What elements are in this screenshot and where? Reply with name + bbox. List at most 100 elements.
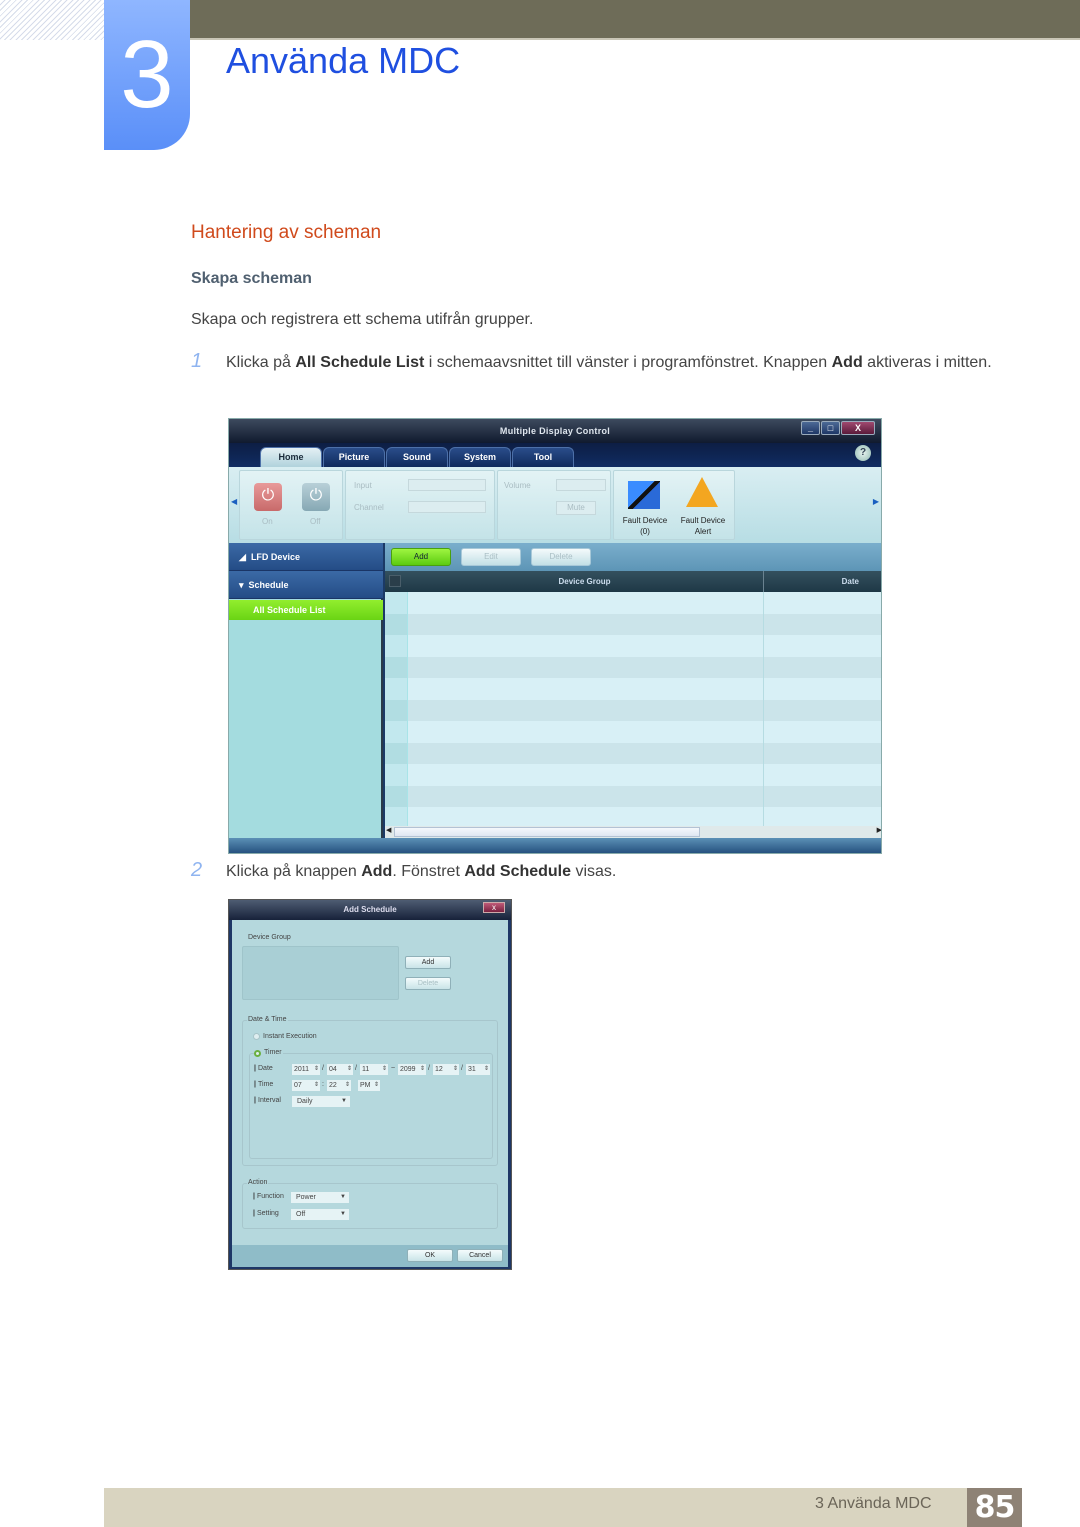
row-selector[interactable] — [385, 742, 407, 765]
start-day-stepper[interactable]: 11 ⇕ — [360, 1064, 388, 1075]
timer-radio[interactable] — [254, 1050, 261, 1057]
interval-label-marker: | — [254, 1097, 256, 1104]
spinner-icon[interactable]: ⇕ — [484, 1064, 489, 1075]
date-time-group: Date & Time Instant Execution Timer | Da… — [242, 1016, 498, 1166]
spinner-icon[interactable]: ⇕ — [453, 1064, 458, 1075]
tab-picture[interactable]: Picture — [323, 447, 385, 467]
mute-button[interactable]: Mute — [556, 501, 596, 515]
ribbon-scroll-left-icon[interactable]: ◀ — [231, 497, 237, 506]
ok-button[interactable]: OK — [407, 1249, 453, 1262]
table-row[interactable] — [385, 656, 881, 679]
fault-device-count: (0) — [640, 527, 650, 536]
select-all-checkbox[interactable] — [389, 575, 401, 587]
row-selector[interactable] — [385, 678, 407, 700]
sidebar-item-schedule[interactable]: ▾ Schedule — [229, 571, 383, 599]
minimize-button[interactable]: _ — [801, 421, 820, 435]
help-icon[interactable]: ? — [855, 445, 871, 461]
table-row[interactable] — [385, 721, 881, 743]
date-label: Date — [258, 1065, 273, 1072]
fault-alert-icon[interactable] — [686, 477, 718, 507]
row-selector[interactable] — [385, 592, 407, 614]
scrollbar-thumb[interactable] — [394, 827, 700, 837]
row-selector[interactable] — [385, 656, 407, 679]
end-year-stepper[interactable]: 2099 ⇕ — [398, 1064, 426, 1075]
spinner-icon[interactable]: ⇕ — [345, 1080, 350, 1091]
step-number: 1 — [191, 350, 203, 372]
interval-select[interactable]: Daily ▼ — [292, 1096, 350, 1107]
horizontal-scrollbar[interactable]: ◀ ▶ — [385, 826, 881, 838]
power-off-icon[interactable]: ⏻ — [302, 483, 330, 511]
chevron-down-icon[interactable]: ▼ — [340, 1209, 346, 1220]
row-selector[interactable] — [385, 699, 407, 722]
spinner-icon[interactable]: ⇕ — [382, 1064, 387, 1075]
scroll-left-icon[interactable]: ◀ — [386, 826, 391, 834]
delete-button[interactable]: Delete — [531, 548, 591, 566]
dialog-body: Device Group Add Delete Date & Time Inst… — [232, 920, 508, 1267]
ampm-stepper[interactable]: PM ⇕ — [358, 1080, 380, 1091]
scroll-right-icon[interactable]: ▶ — [877, 826, 881, 834]
table-row[interactable] — [385, 635, 881, 657]
sidebar-item-all-schedule-list[interactable]: All Schedule List — [229, 600, 383, 620]
spinner-icon[interactable]: ⇕ — [314, 1064, 319, 1075]
device-group-list[interactable] — [242, 946, 399, 1000]
table-row[interactable] — [385, 785, 881, 808]
column-divider — [763, 592, 764, 827]
row-selector[interactable] — [385, 785, 407, 808]
setting-select[interactable]: Off ▼ — [291, 1209, 349, 1220]
table-row[interactable] — [385, 742, 881, 765]
instant-execution-radio[interactable] — [253, 1033, 260, 1040]
tab-system[interactable]: System — [449, 447, 511, 467]
hour-stepper[interactable]: 07 ⇕ — [292, 1080, 320, 1091]
action-legend: Action — [247, 1179, 269, 1186]
power-on-icon[interactable]: ⏻ — [254, 483, 282, 511]
input-group: Input Channel — [345, 470, 495, 540]
ribbon-scroll-right-icon[interactable]: ▶ — [873, 497, 879, 506]
spinner-icon[interactable]: ⇕ — [314, 1080, 319, 1091]
chevron-down-icon[interactable]: ▼ — [340, 1192, 346, 1203]
tab-tool[interactable]: Tool — [512, 447, 574, 467]
table-row[interactable] — [385, 699, 881, 722]
device-group-add-button[interactable]: Add — [405, 956, 451, 969]
timer-legend: Timer — [254, 1049, 283, 1057]
device-group-delete-button[interactable]: Delete — [405, 977, 451, 990]
sidebar-item-lfd-device[interactable]: ◢ LFD Device — [229, 543, 383, 571]
step-number: 2 — [191, 859, 203, 881]
start-year-stepper[interactable]: 2011 ⇕ — [292, 1064, 320, 1075]
row-selector[interactable] — [385, 635, 407, 657]
table-row[interactable] — [385, 592, 881, 614]
start-month-stepper[interactable]: 04 ⇕ — [327, 1064, 353, 1075]
end-month-stepper[interactable]: 12 ⇕ — [433, 1064, 459, 1075]
maximize-button[interactable]: □ — [821, 421, 840, 435]
dialog-close-button[interactable]: x — [483, 902, 505, 913]
date-separator: / — [428, 1065, 430, 1072]
spinner-icon[interactable]: ⇕ — [347, 1064, 352, 1075]
table-row[interactable] — [385, 764, 881, 786]
status-bar — [229, 838, 881, 853]
spinner-icon[interactable]: ⇕ — [420, 1064, 425, 1075]
chevron-down-icon[interactable]: ▼ — [341, 1096, 347, 1107]
column-header-device-group[interactable]: Device Group — [407, 571, 762, 592]
row-selector[interactable] — [385, 613, 407, 636]
row-selector[interactable] — [385, 721, 407, 743]
end-day-stepper[interactable]: 31 ⇕ — [466, 1064, 490, 1075]
column-header-date[interactable]: Date — [764, 571, 881, 592]
step-text-part: i schemaavsnittet till vänster i program… — [424, 354, 832, 371]
volume-slider[interactable] — [556, 479, 606, 491]
input-select[interactable] — [408, 479, 486, 491]
cancel-button[interactable]: Cancel — [457, 1249, 503, 1262]
channel-stepper[interactable] — [408, 501, 486, 513]
table-row[interactable] — [385, 613, 881, 636]
on-label: On — [262, 517, 273, 526]
fault-device-icon[interactable] — [628, 481, 660, 509]
add-button[interactable]: Add — [391, 548, 451, 566]
function-select[interactable]: Power ▼ — [291, 1192, 349, 1203]
edit-button[interactable]: Edit — [461, 548, 521, 566]
tab-sound[interactable]: Sound — [386, 447, 448, 467]
minute-stepper[interactable]: 22 ⇕ — [327, 1080, 351, 1091]
row-selector[interactable] — [385, 764, 407, 786]
table-row[interactable] — [385, 678, 881, 700]
spinner-icon[interactable]: ⇕ — [374, 1080, 379, 1091]
start-year-value: 2011 — [294, 1066, 310, 1073]
tab-home[interactable]: Home — [260, 447, 322, 467]
close-button[interactable]: X — [841, 421, 875, 435]
